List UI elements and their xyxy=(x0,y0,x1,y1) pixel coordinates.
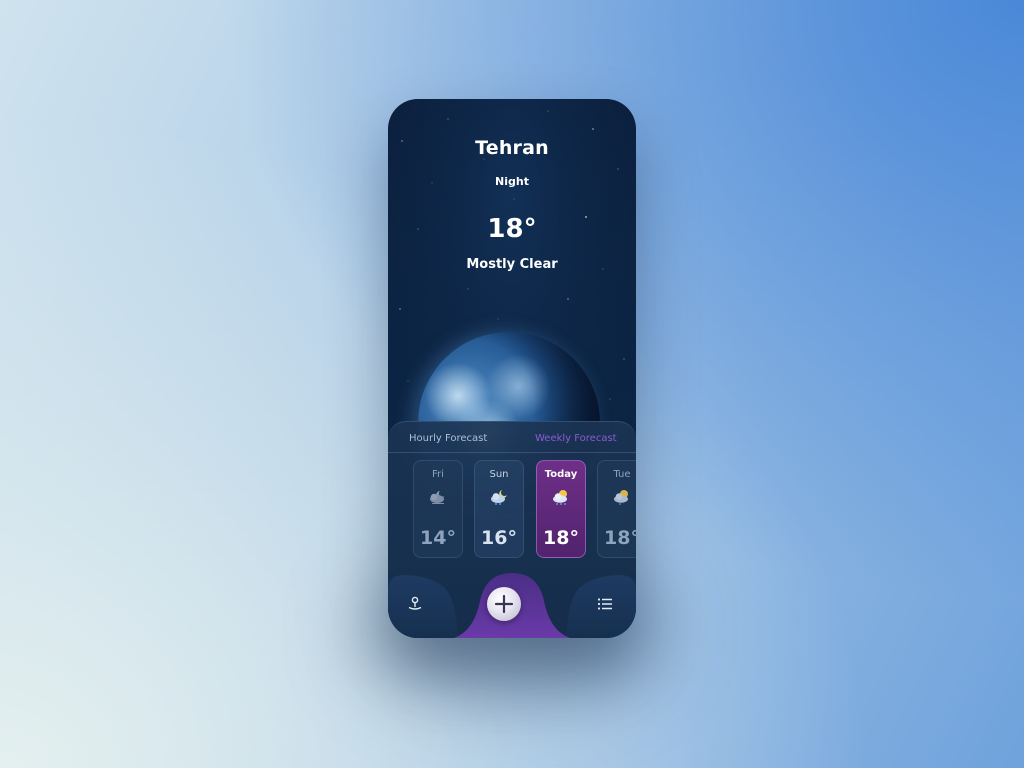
day-temperature: 18° xyxy=(543,527,579,549)
day-name: Sun xyxy=(489,469,509,480)
time-of-day: Night xyxy=(495,175,529,188)
forecast-tabs: Hourly Forecast Weekly Forecast xyxy=(388,422,636,453)
forecast-day-card[interactable]: Fri 14° xyxy=(413,460,463,558)
day-name: Tue xyxy=(613,469,631,480)
day-temperature: 18° xyxy=(604,527,636,549)
bottom-navigation xyxy=(388,571,636,638)
weather-app-screen: Tehran Night 18° Mostly Clear Hourly For… xyxy=(388,99,636,638)
day-name: Today xyxy=(544,469,578,480)
cloudy-night-icon xyxy=(430,491,444,504)
add-location-button[interactable] xyxy=(487,587,521,621)
day-name: Fri xyxy=(432,469,444,480)
sun-cloud-rain-icon xyxy=(553,490,567,505)
location-pin-icon[interactable] xyxy=(407,595,423,611)
current-temperature: 18° xyxy=(487,214,537,244)
add-icon xyxy=(494,594,514,614)
forecast-day-card-selected[interactable]: Today 18° xyxy=(536,460,586,558)
tab-weekly-forecast[interactable]: Weekly Forecast xyxy=(535,433,617,444)
weekly-forecast-list: Fri 14° Sun 16° Today 18° Tue 18° xyxy=(388,460,636,560)
list-icon[interactable] xyxy=(597,597,613,611)
city-name: Tehran xyxy=(475,137,549,159)
tab-hourly-forecast[interactable]: Hourly Forecast xyxy=(409,433,487,444)
sun-cloud-icon xyxy=(614,490,628,505)
forecast-day-card[interactable]: Sun 16° xyxy=(474,460,524,558)
forecast-day-card[interactable]: Tue 18° xyxy=(597,460,636,558)
weather-condition: Mostly Clear xyxy=(466,257,558,272)
day-temperature: 16° xyxy=(481,527,517,549)
cloud-night-icon xyxy=(491,490,507,505)
day-temperature: 14° xyxy=(420,527,456,549)
